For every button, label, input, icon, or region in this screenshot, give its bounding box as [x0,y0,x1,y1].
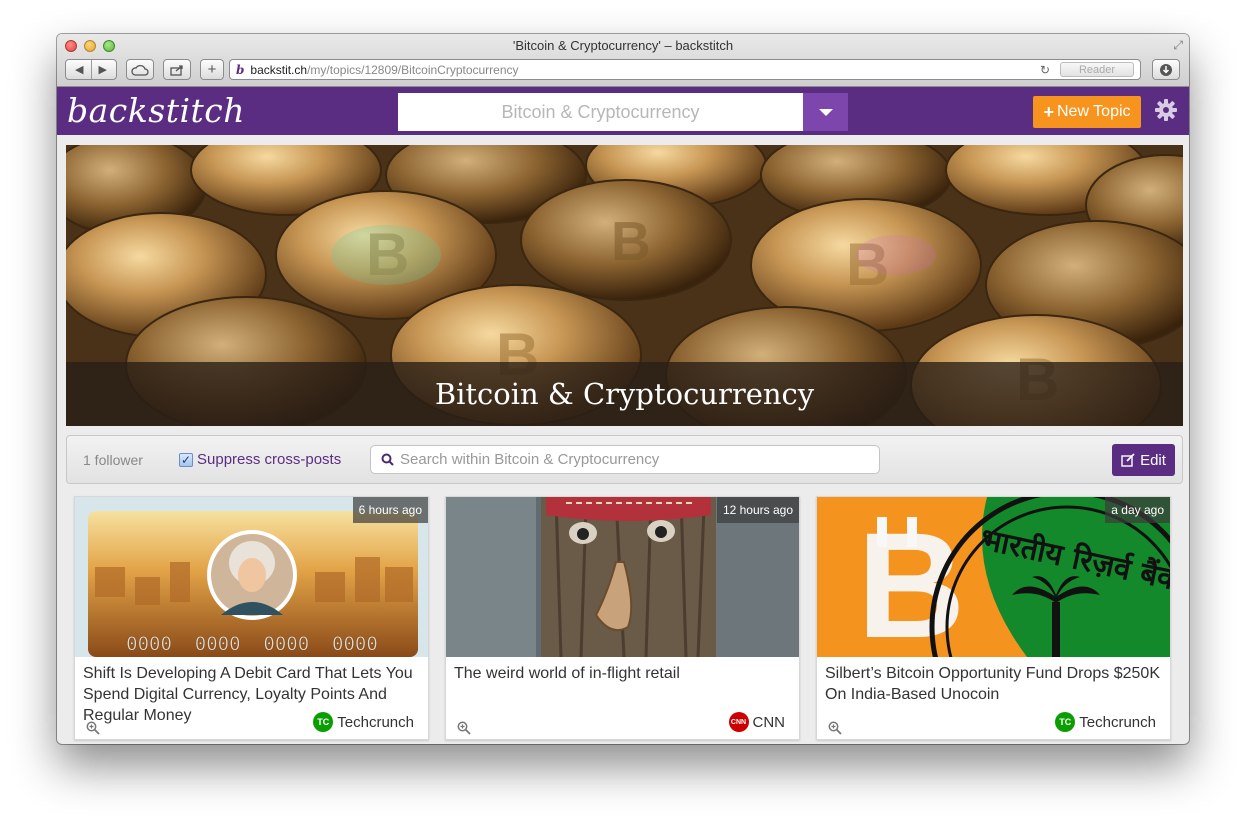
zoom-in-icon[interactable] [86,721,100,735]
gear-icon[interactable] [1154,98,1178,122]
source-name: CNN [752,713,786,731]
topic-selector[interactable]: Bitcoin & Cryptocurrency [398,93,803,131]
browser-toolbar: 'Bitcoin & Cryptocurrency' – backstitch … [57,34,1189,87]
site-favicon-icon: b [236,62,245,77]
downloads-button[interactable] [1152,59,1180,80]
article-thumbnail[interactable]: B भारतीय रिज़र्व बैंक a day ago [817,497,1170,657]
site-header: backstitch Bitcoin & Cryptocurrency + Ne… [57,87,1189,135]
back-forward-buttons[interactable]: ◀ ▶ [65,59,117,80]
article-source[interactable]: TC Techcrunch [313,712,414,732]
forward-icon[interactable]: ▶ [99,63,107,76]
icloud-tabs-button[interactable] [126,59,154,80]
article-card[interactable]: 0000 0000 0000 0000 6 hours ago Shift Is… [74,496,429,740]
article-card[interactable]: 12 hours ago The weird world of in-fligh… [445,496,800,740]
search-icon [381,453,394,466]
new-topic-label: New Topic [1057,103,1131,120]
reader-button[interactable]: Reader [1060,62,1134,77]
topic-search-input[interactable] [400,451,870,468]
back-icon[interactable]: ◀ [75,63,83,76]
post-age-badge: a day ago [1105,497,1170,523]
edit-label: Edit [1140,451,1166,469]
suppress-cross-posts-toggle[interactable]: ✓ Suppress cross-posts [179,451,341,468]
article-title[interactable]: Silbert’s Bitcoin Opportunity Fund Drops… [825,663,1165,705]
url-path: /my/topics/12809/BitcoinCryptocurrency [307,62,519,77]
address-bar[interactable]: b backstit.ch /my/topics/12809/BitcoinCr… [229,59,1141,80]
hero-title: Bitcoin & Cryptocurrency [66,362,1183,426]
fullscreen-icon[interactable]: ⤢ [1173,38,1183,53]
source-name: Techcrunch [337,713,414,731]
source-name: Techcrunch [1079,713,1156,731]
plus-icon: + [1043,101,1054,122]
topic-search-field[interactable] [370,445,880,474]
backstitch-logo[interactable]: backstitch [67,91,245,130]
zoom-in-icon[interactable] [457,721,471,735]
new-topic-button[interactable]: + New Topic [1033,96,1141,128]
topic-hero-image: B B B B B Bitcoin & Cryptocurrency [66,145,1183,426]
reload-icon[interactable]: ↻ [1040,63,1050,77]
suppress-label[interactable]: Suppress cross-posts [197,451,341,468]
url-host: backstit.ch [250,62,308,77]
article-title[interactable]: The weird world of in-flight retail [454,663,794,684]
techcrunch-logo-icon: TC [1055,712,1076,732]
plus-icon: + [207,61,217,78]
article-card[interactable]: B भारतीय रिज़र्व बैंक a day ago Silbert’… [816,496,1171,740]
article-thumbnail[interactable]: 12 hours ago [446,497,799,657]
download-icon [1160,63,1172,76]
post-age-badge: 12 hours ago [716,497,799,523]
article-source[interactable]: TC Techcrunch [1055,712,1156,732]
topic-dropdown-button[interactable] [803,93,848,131]
edit-topic-button[interactable]: Edit [1112,444,1175,476]
topic-filter-bar: 1 follower ✓ Suppress cross-posts Edit [66,435,1183,484]
article-thumbnail[interactable]: 0000 0000 0000 0000 6 hours ago [75,497,428,657]
cnn-logo-icon: CNN [728,712,749,732]
svg-text:B: B [611,210,651,272]
caret-down-icon [818,108,833,116]
share-button[interactable] [163,59,191,80]
follower-count[interactable]: 1 follower [83,452,143,468]
article-source[interactable]: CNN CNN [728,712,786,732]
techcrunch-logo-icon: TC [313,712,334,732]
new-tab-button[interactable]: + [200,59,224,80]
browser-window: 'Bitcoin & Cryptocurrency' – backstitch … [57,34,1189,744]
cloud-icon [131,64,149,76]
edit-icon [1121,453,1135,467]
card-number-digits: 0000 0000 0000 0000 [126,633,378,655]
share-icon [170,64,183,76]
suppress-checkbox[interactable]: ✓ [179,452,193,467]
window-title: 'Bitcoin & Cryptocurrency' – backstitch [512,38,734,53]
post-age-badge: 6 hours ago [352,497,428,523]
zoom-in-icon[interactable] [828,721,842,735]
